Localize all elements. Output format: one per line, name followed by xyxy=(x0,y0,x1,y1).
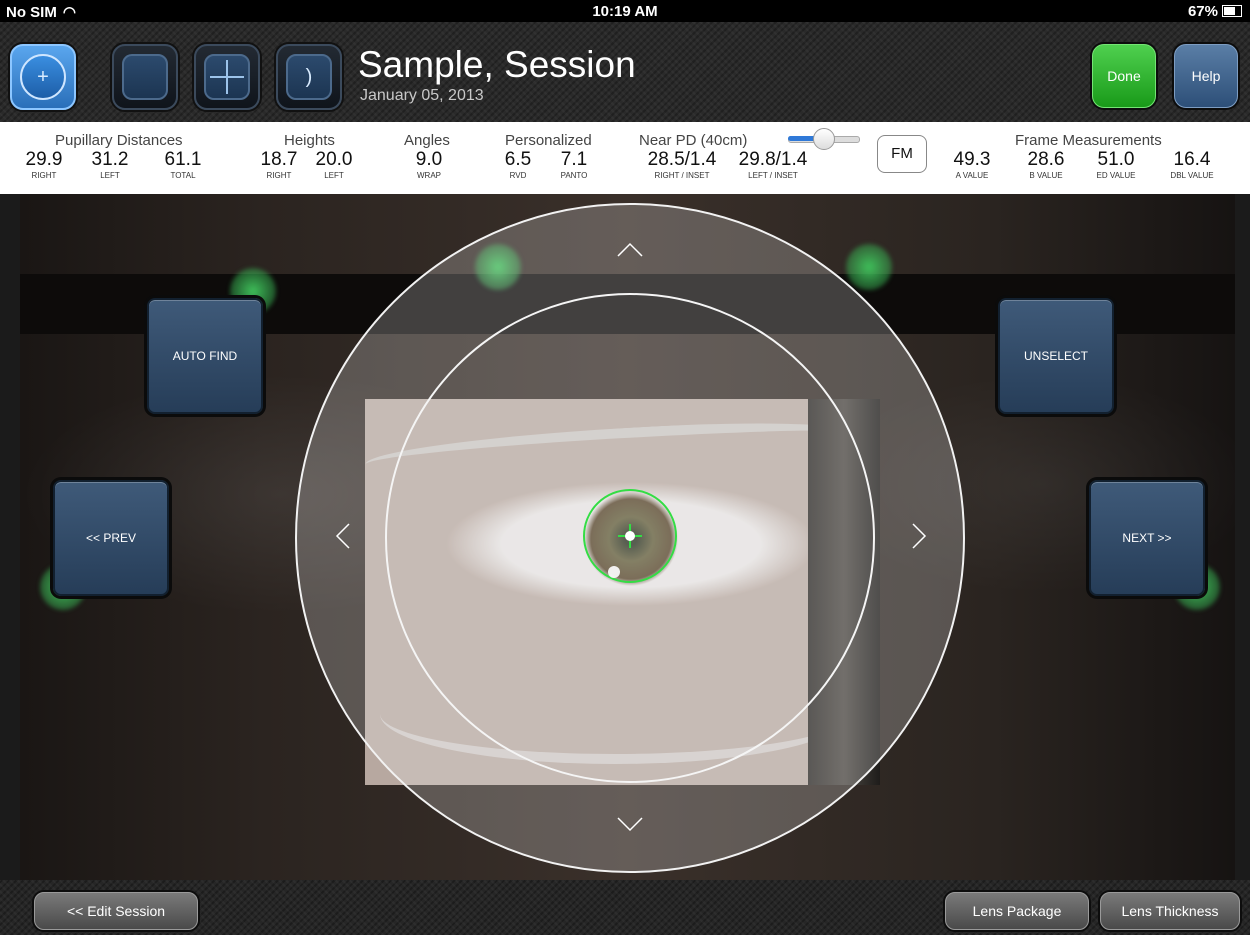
profile-tool-button[interactable]: ) xyxy=(276,44,342,110)
prev-button[interactable]: << PREV xyxy=(53,480,169,596)
grid-tool-button[interactable] xyxy=(194,44,260,110)
near-pd-right-value: 28.5/1.4 xyxy=(647,149,717,170)
edit-session-button[interactable]: << Edit Session xyxy=(34,892,198,930)
pd-right-value: 29.9 xyxy=(25,149,63,170)
frame-icon xyxy=(122,54,168,100)
header: + ) Sample, Session January 05, 2013 Don… xyxy=(0,22,1250,122)
done-button[interactable]: Done xyxy=(1092,44,1156,108)
help-button[interactable]: Help xyxy=(1174,44,1238,108)
height-left-value: 20.0 xyxy=(315,149,353,170)
status-bar: No SIM ◠ 10:19 AM 67% xyxy=(0,0,1250,22)
ed-value-caption: ED VALUE xyxy=(1096,171,1136,180)
lens-package-button[interactable]: Lens Package xyxy=(945,892,1089,930)
near-pd-left-value: 29.8/1.4 xyxy=(738,149,808,170)
wrap-value: 9.0 xyxy=(415,149,443,170)
angles-label: Angles xyxy=(404,132,450,149)
panto-caption: PANTO xyxy=(560,171,588,180)
camera-view: AUTO FIND << PREV UNSELECT NEXT >> xyxy=(20,194,1235,880)
frame-measurements-label: Frame Measurements xyxy=(1015,132,1162,149)
zoom-ring-overlay xyxy=(295,203,965,873)
near-pd-left-caption: LEFT / INSET xyxy=(748,171,798,180)
heights-label: Heights xyxy=(284,132,335,149)
pd-right-caption: RIGHT xyxy=(31,171,57,180)
pd-total-value: 61.1 xyxy=(164,149,202,170)
fm-button[interactable]: FM xyxy=(877,135,927,173)
personalized-label: Personalized xyxy=(505,132,592,149)
b-value: 28.6 xyxy=(1027,149,1065,170)
a-value: 49.3 xyxy=(953,149,991,170)
corneal-highlight xyxy=(608,566,620,578)
slider-knob[interactable] xyxy=(813,128,835,150)
unselect-button[interactable]: UNSELECT xyxy=(998,298,1114,414)
session-date: January 05, 2013 xyxy=(360,87,484,104)
height-right-value: 18.7 xyxy=(260,149,298,170)
measurement-bar: Pupillary Distances 29.9 RIGHT 31.2 LEFT… xyxy=(0,122,1250,194)
pupillary-distances-label: Pupillary Distances xyxy=(55,132,183,149)
a-value-caption: A VALUE xyxy=(955,171,989,180)
pd-left-value: 31.2 xyxy=(91,149,129,170)
auto-find-button[interactable]: AUTO FIND xyxy=(147,298,263,414)
pd-total-caption: TOTAL xyxy=(170,171,196,180)
dbl-value: 16.4 xyxy=(1173,149,1211,170)
battery-icon xyxy=(1222,5,1242,17)
crosshair-icon: + xyxy=(20,54,66,100)
rvd-value: 6.5 xyxy=(504,149,532,170)
height-right-caption: RIGHT xyxy=(266,171,292,180)
profile-icon: ) xyxy=(286,54,332,100)
next-button[interactable]: NEXT >> xyxy=(1089,480,1205,596)
bottom-toolbar: << Edit Session Lens Package Lens Thickn… xyxy=(0,880,1250,935)
near-pd-slider[interactable] xyxy=(788,128,860,150)
crosshair-tool-button[interactable]: + xyxy=(10,44,76,110)
dbl-value-caption: DBL VALUE xyxy=(1170,171,1214,180)
pupil-reflection xyxy=(625,531,635,541)
battery-status: 67% xyxy=(1188,3,1242,20)
ed-value: 51.0 xyxy=(1097,149,1135,170)
pd-left-caption: LEFT xyxy=(100,171,120,180)
clock: 10:19 AM xyxy=(592,3,658,20)
b-value-caption: B VALUE xyxy=(1029,171,1063,180)
wrap-caption: WRAP xyxy=(417,171,441,180)
near-pd-right-caption: RIGHT / INSET xyxy=(654,171,710,180)
page-title: Sample, Session xyxy=(358,44,636,85)
rvd-caption: RVD xyxy=(509,171,527,180)
grid-icon xyxy=(204,54,250,100)
height-left-caption: LEFT xyxy=(324,171,344,180)
near-pd-label: Near PD (40cm) xyxy=(639,132,748,149)
frame-tool-button[interactable] xyxy=(112,44,178,110)
panto-value: 7.1 xyxy=(560,149,588,170)
lens-thickness-button[interactable]: Lens Thickness xyxy=(1100,892,1240,930)
